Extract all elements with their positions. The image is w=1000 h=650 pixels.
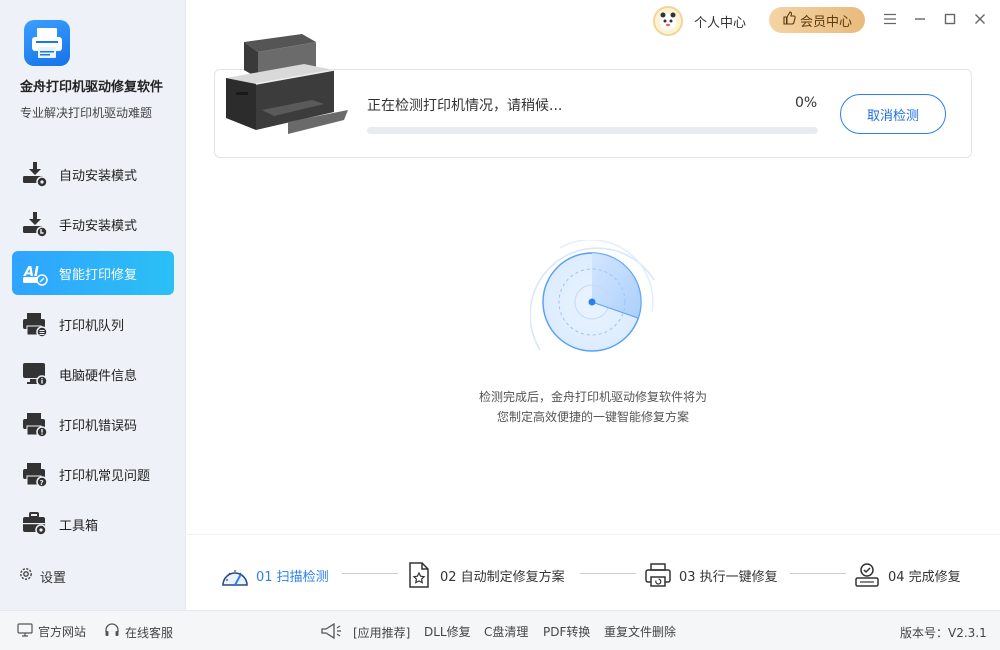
minimize-icon[interactable]: [911, 10, 929, 28]
sidebar-item-hardware-info[interactable]: 电脑硬件信息: [12, 352, 174, 396]
menu-icon[interactable]: [881, 10, 899, 28]
printer-illustration: [222, 30, 352, 146]
scan-description-line1: 检测完成后，金舟打印机驱动修复软件将为: [478, 390, 707, 404]
step-scan: 01 扫描检测: [220, 560, 329, 590]
gear-icon: [18, 566, 34, 586]
step-execute: 03 执行一键修复: [643, 560, 778, 590]
step-label: 03 执行一键修复: [679, 569, 778, 585]
footer-link-pdf[interactable]: PDF转换: [543, 623, 590, 640]
app-logo: [24, 20, 70, 66]
settings-button[interactable]: 设置: [18, 566, 66, 586]
cancel-scan-button[interactable]: 取消检测: [840, 94, 946, 134]
step-label: 01 扫描检测: [256, 569, 329, 585]
sidebar-item-manual-install[interactable]: 手动安装模式: [12, 202, 174, 246]
official-site-link[interactable]: 官方网站: [17, 623, 86, 640]
official-site-label: 官方网站: [38, 625, 87, 639]
scan-status-text: 正在检测打印机情况，请稍候...: [367, 98, 563, 114]
toolbox-icon: [20, 509, 50, 539]
steps-divider: [187, 534, 1000, 535]
sidebar-item-label: 电脑硬件信息: [59, 368, 138, 384]
close-icon[interactable]: [971, 10, 989, 28]
printer-repair-icon: [643, 560, 673, 590]
auto-install-icon: [20, 159, 50, 189]
sidebar-item-faq[interactable]: ? 打印机常见问题: [12, 452, 174, 496]
sidebar-item-label: 工具箱: [59, 518, 99, 534]
printer-queue-icon: [20, 309, 50, 339]
footer-link-dup-files[interactable]: 重复文件删除: [604, 623, 676, 640]
monitor-icon: [17, 623, 33, 640]
megaphone-icon: [320, 622, 342, 642]
sidebar-item-error-code[interactable]: 打印机错误码: [12, 402, 174, 446]
scan-description-line2: 您制定高效便捷的一键智能修复方案: [496, 410, 689, 424]
faq-icon: ?: [20, 459, 50, 489]
sidebar-item-printer-queue[interactable]: 打印机队列: [12, 302, 174, 346]
step-connector: [342, 573, 398, 574]
step-label: 04 完成修复: [888, 569, 961, 585]
thumbs-up-icon: [782, 11, 796, 29]
step-connector: [580, 573, 636, 574]
sidebar-item-label: 自动安装模式: [59, 168, 138, 184]
scan-gauge-icon: [220, 560, 250, 590]
sidebar-item-label: 手动安装模式: [59, 218, 138, 234]
sidebar-item-smart-repair[interactable]: AI 智能打印修复: [12, 251, 174, 295]
online-service-link[interactable]: 在线客服: [104, 623, 173, 641]
step-label: 02 自动制定修复方案: [440, 569, 565, 585]
settings-label: 设置: [40, 570, 67, 586]
sidebar-item-auto-install[interactable]: 自动安装模式: [12, 152, 174, 196]
plan-document-icon: [404, 560, 434, 590]
headset-icon: [104, 623, 120, 641]
maximize-icon[interactable]: [941, 10, 959, 28]
check-complete-icon: [852, 560, 882, 590]
scan-progress-bar: [367, 127, 818, 134]
app-title: 金舟打印机驱动修复软件: [20, 80, 164, 95]
radar-scan-animation: [529, 239, 660, 374]
sidebar-item-label: 打印机错误码: [59, 418, 138, 434]
scan-percent: 0%: [795, 95, 818, 111]
sidebar-item-label: 打印机常见问题: [59, 468, 151, 484]
hardware-info-icon: [20, 359, 50, 389]
sidebar-item-toolbox[interactable]: 工具箱: [12, 502, 174, 546]
error-code-icon: [20, 409, 50, 439]
online-service-label: 在线客服: [125, 625, 174, 640]
footer-link-dll[interactable]: DLL修复: [424, 623, 471, 640]
app-subtitle: 专业解决打印机驱动难题: [20, 106, 153, 120]
user-center-link[interactable]: 个人中心: [694, 12, 746, 31]
vip-center-label: 会员中心: [799, 14, 852, 30]
svg-text:?: ?: [40, 479, 44, 487]
step-plan: 02 自动制定修复方案: [404, 560, 565, 590]
manual-install-icon: [20, 209, 50, 239]
sidebar-item-label: 智能打印修复: [59, 267, 138, 283]
vip-center-button[interactable]: 会员中心: [769, 7, 865, 33]
app-recommend[interactable]: [应用推荐]: [320, 622, 411, 642]
recommend-label: [应用推荐]: [353, 626, 411, 640]
ai-repair-icon: AI: [20, 258, 50, 288]
step-complete: 04 完成修复: [852, 560, 961, 590]
version-text: 版本号：V2.3.1: [900, 626, 987, 640]
footer-link-c-clean[interactable]: C盘清理: [484, 623, 528, 640]
avatar[interactable]: [653, 6, 683, 36]
sidebar-item-label: 打印机队列: [59, 318, 125, 334]
step-connector: [790, 573, 846, 574]
